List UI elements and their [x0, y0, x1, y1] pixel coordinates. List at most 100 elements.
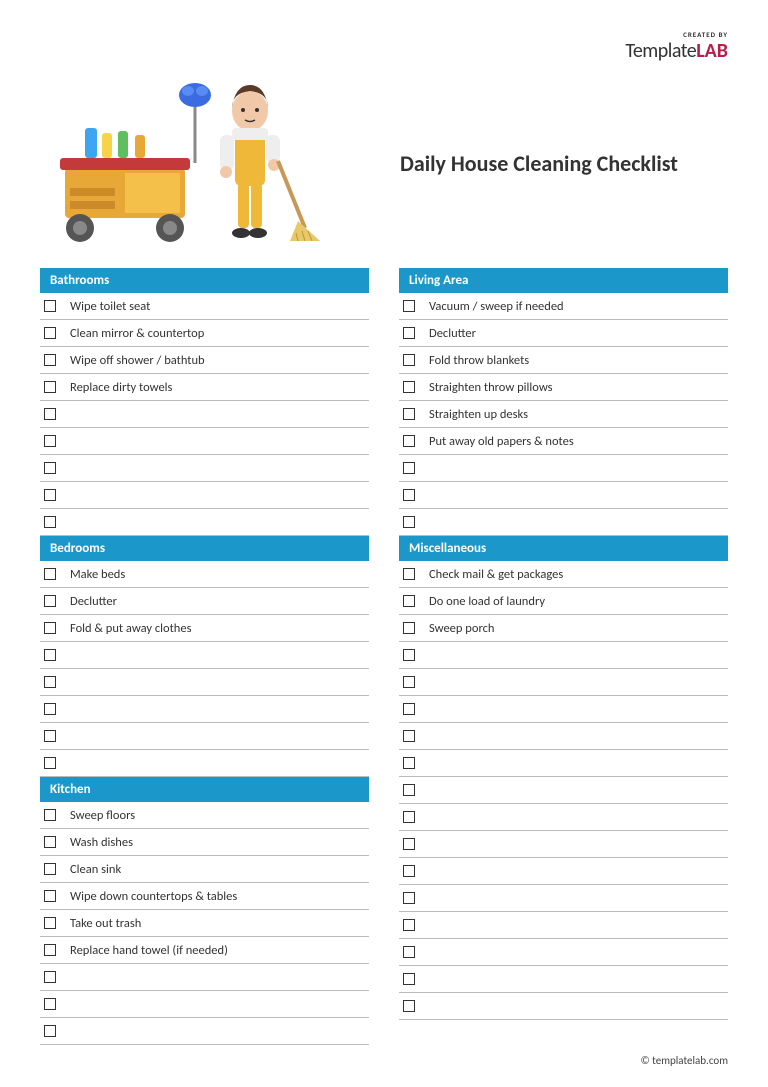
checklist-row — [399, 723, 728, 750]
checklist-row — [399, 885, 728, 912]
checkbox-icon[interactable] — [44, 917, 56, 929]
checkbox-icon[interactable] — [44, 809, 56, 821]
checkbox-icon[interactable] — [44, 863, 56, 875]
checklist-row: Clean mirror & countertop — [40, 320, 369, 347]
page-title: Daily House Cleaning Checklist — [400, 150, 678, 177]
checklist-row — [40, 696, 369, 723]
checklist-row — [40, 428, 369, 455]
checklist-item-text: Wipe toilet seat — [70, 299, 150, 314]
checklist-row: Straighten throw pillows — [399, 374, 728, 401]
checkbox-icon[interactable] — [44, 408, 56, 420]
column-right: Living AreaVacuum / sweep if neededDeclu… — [399, 268, 728, 1045]
checkbox-icon[interactable] — [44, 516, 56, 528]
checkbox-icon[interactable] — [44, 489, 56, 501]
checklist-row — [399, 966, 728, 993]
checklist-row: Wash dishes — [40, 829, 369, 856]
checkbox-icon[interactable] — [403, 784, 415, 796]
checklist-item-text: Straighten up desks — [429, 407, 528, 422]
checkbox-icon[interactable] — [44, 568, 56, 580]
checkbox-icon[interactable] — [403, 622, 415, 634]
checkbox-icon[interactable] — [403, 865, 415, 877]
checklist-row — [40, 455, 369, 482]
checklist-row — [40, 509, 369, 536]
checklist-item-text: Sweep porch — [429, 621, 495, 636]
checklist-row: Wipe off shower / bathtub — [40, 347, 369, 374]
checkbox-icon[interactable] — [403, 300, 415, 312]
checkbox-icon[interactable] — [403, 649, 415, 661]
checkbox-icon[interactable] — [403, 354, 415, 366]
checkbox-icon[interactable] — [403, 946, 415, 958]
checkbox-icon[interactable] — [403, 462, 415, 474]
checkbox-icon[interactable] — [44, 890, 56, 902]
section: Miscellaneous Check mail & get packages Do… — [399, 536, 728, 1020]
checklist-row — [399, 669, 728, 696]
checkbox-icon[interactable] — [403, 811, 415, 823]
checkbox-icon[interactable] — [44, 462, 56, 474]
checkbox-icon[interactable] — [44, 703, 56, 715]
checklist-row — [40, 750, 369, 777]
checklist-item-text: Put away old papers & notes — [429, 434, 574, 449]
checklist-item-text: Fold throw blankets — [429, 353, 529, 368]
checkbox-icon[interactable] — [403, 1000, 415, 1012]
section: Bathrooms Wipe toilet seat Clean mirror & … — [40, 268, 369, 536]
checkbox-icon[interactable] — [44, 998, 56, 1010]
checklist-row — [40, 401, 369, 428]
checkbox-icon[interactable] — [44, 327, 56, 339]
checklist-item-text: Replace dirty towels — [70, 380, 172, 395]
checklist-item-text: Declutter — [429, 326, 476, 341]
checkbox-icon[interactable] — [44, 381, 56, 393]
checkbox-icon[interactable] — [44, 622, 56, 634]
checkbox-icon[interactable] — [403, 973, 415, 985]
checklist-row — [40, 1018, 369, 1045]
checkbox-icon[interactable] — [44, 649, 56, 661]
section-header: Bathrooms — [40, 268, 369, 293]
checkbox-icon[interactable] — [44, 354, 56, 366]
checklist-row: Wipe down countertops & tables — [40, 883, 369, 910]
checkbox-icon[interactable] — [44, 595, 56, 607]
checkbox-icon[interactable] — [403, 757, 415, 769]
checkbox-icon[interactable] — [403, 676, 415, 688]
checkbox-icon[interactable] — [403, 919, 415, 931]
checkbox-icon[interactable] — [403, 327, 415, 339]
section-header: Bedrooms — [40, 536, 369, 561]
checklist-row — [399, 858, 728, 885]
checklist-row: Do one load of laundry — [399, 588, 728, 615]
checkbox-icon[interactable] — [403, 435, 415, 447]
checkbox-icon[interactable] — [44, 730, 56, 742]
checkbox-icon[interactable] — [44, 944, 56, 956]
checkbox-icon[interactable] — [403, 730, 415, 742]
checkbox-icon[interactable] — [403, 381, 415, 393]
checklist-row — [399, 777, 728, 804]
checklist-row — [399, 993, 728, 1020]
checkbox-icon[interactable] — [44, 300, 56, 312]
checkbox-icon[interactable] — [44, 435, 56, 447]
checklist-row: Vacuum / sweep if needed — [399, 293, 728, 320]
checklist-item-text: Replace hand towel (if needed) — [70, 943, 228, 958]
column-left: Bathrooms Wipe toilet seat Clean mirror & … — [40, 268, 369, 1045]
checklist-row — [399, 696, 728, 723]
checkbox-icon[interactable] — [44, 1025, 56, 1037]
section: BedroomsMake bedsDeclutterFold & put awa… — [40, 536, 369, 777]
checkbox-icon[interactable] — [44, 836, 56, 848]
checkbox-icon[interactable] — [44, 971, 56, 983]
section-header: Miscellaneous — [399, 536, 728, 561]
checkbox-icon[interactable] — [403, 568, 415, 580]
checklist-row — [399, 482, 728, 509]
checklist-item-text: Check mail & get packages — [429, 567, 563, 582]
checklist-item-text: Wipe down countertops & tables — [70, 889, 237, 904]
checkbox-icon[interactable] — [403, 595, 415, 607]
checkbox-icon[interactable] — [403, 703, 415, 715]
checklist-row: Make beds — [40, 561, 369, 588]
checklist-item-text: Vacuum / sweep if needed — [429, 299, 564, 314]
checkbox-icon[interactable] — [403, 489, 415, 501]
checkbox-icon[interactable] — [44, 676, 56, 688]
columns-container: Bathrooms Wipe toilet seat Clean mirror & … — [40, 268, 728, 1045]
header: CREATED BY TemplateLAB — [40, 30, 728, 63]
checkbox-icon[interactable] — [44, 757, 56, 769]
checkbox-icon[interactable] — [403, 838, 415, 850]
checkbox-icon[interactable] — [403, 408, 415, 420]
checkbox-icon[interactable] — [403, 892, 415, 904]
checkbox-icon[interactable] — [403, 516, 415, 528]
checklist-row — [399, 642, 728, 669]
checklist-row: Replace hand towel (if needed) — [40, 937, 369, 964]
